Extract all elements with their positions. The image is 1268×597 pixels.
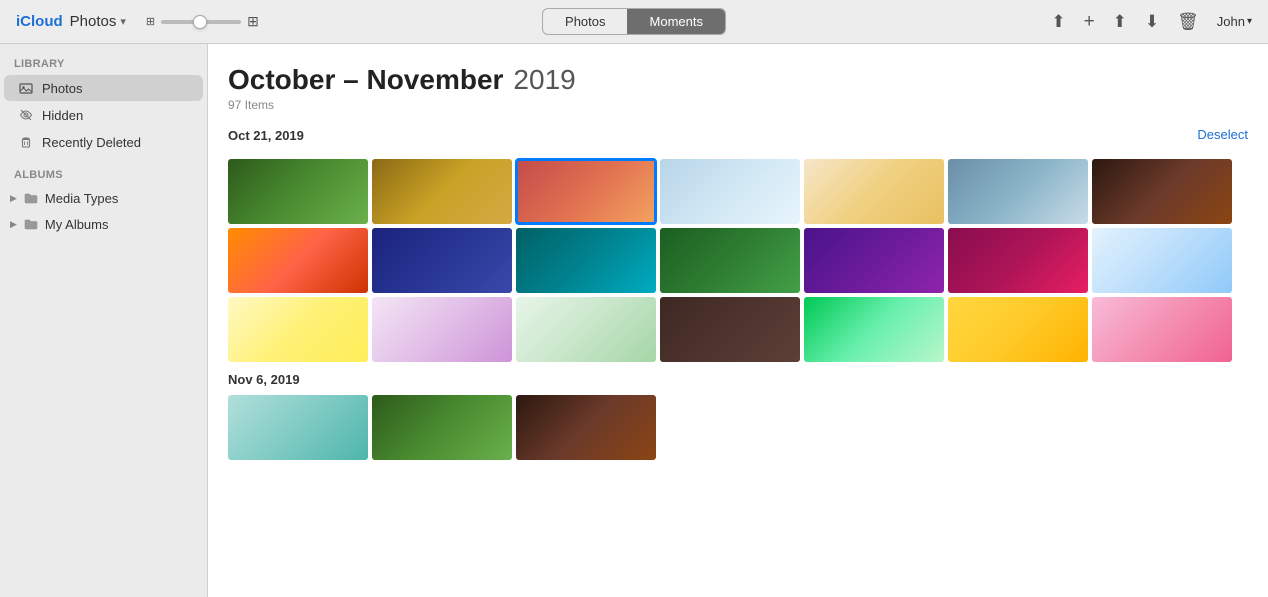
zoom-slider-container[interactable]: ⊞ ⊞ — [146, 13, 259, 30]
albums-section-label: Albums — [0, 165, 207, 185]
tab-moments[interactable]: Moments — [628, 9, 725, 34]
sidebar: Library Photos Hidden — [0, 44, 208, 597]
photo-thumb[interactable] — [372, 159, 512, 224]
user-chevron: ▾ — [1247, 16, 1252, 27]
sidebar-hidden-label: Hidden — [42, 108, 83, 123]
sidebar-item-hidden[interactable]: Hidden — [4, 102, 203, 128]
sidebar-recently-deleted-label: Recently Deleted — [42, 135, 141, 150]
my-albums-folder-icon — [23, 216, 39, 232]
app-logo[interactable]: iCloud Photos ▾ — [16, 13, 126, 30]
content-area: October – November 2019 97 Items Oct 21,… — [208, 44, 1268, 597]
sidebar-item-recently-deleted[interactable]: Recently Deleted — [4, 129, 203, 155]
tab-photos[interactable]: Photos — [543, 9, 627, 34]
photo-thumb[interactable] — [228, 159, 368, 224]
date-section-oct21: Oct 21, 2019 Deselect — [228, 118, 1248, 362]
content-header: October – November 2019 97 Items — [228, 64, 1248, 112]
deselect-button[interactable]: Deselect — [1197, 127, 1248, 142]
topbar-actions: ⬆ + ⬆ ⬇ 🗑 John ▾ — [1051, 11, 1252, 33]
topbar: iCloud Photos ▾ ⊞ ⊞ Photos Moments ⬆ + ⬆… — [0, 0, 1268, 44]
photo-thumb[interactable] — [372, 228, 512, 293]
photo-thumb[interactable] — [372, 297, 512, 362]
download-icon[interactable]: ⬇ — [1145, 12, 1159, 32]
user-menu[interactable]: John ▾ — [1217, 14, 1252, 29]
photo-grid-nov6 — [228, 395, 1248, 460]
slider-thumb[interactable] — [193, 15, 207, 29]
title-text: October – November — [228, 64, 503, 96]
photos-icon — [18, 80, 34, 96]
date-section-header-oct21: Oct 21, 2019 Deselect — [228, 118, 1248, 151]
logo-chevron: ▾ — [120, 15, 126, 28]
photo-thumb[interactable] — [228, 228, 368, 293]
user-name: John — [1217, 14, 1245, 29]
photo-thumb[interactable] — [660, 228, 800, 293]
main-layout: Library Photos Hidden — [0, 44, 1268, 597]
photo-thumb[interactable] — [660, 159, 800, 224]
library-section-label: Library — [0, 54, 207, 74]
date-section-nov6: Nov 6, 2019 — [228, 372, 1248, 460]
sidebar-group-my-albums[interactable]: ▶ My Albums — [0, 211, 207, 237]
recently-deleted-icon — [18, 134, 34, 150]
slider-track[interactable] — [161, 20, 241, 24]
hidden-icon — [18, 107, 34, 123]
media-types-folder-icon — [23, 190, 39, 206]
photo-thumb[interactable] — [1092, 159, 1232, 224]
grid-large-icon: ⊞ — [247, 13, 259, 30]
grid-small-icon: ⊞ — [146, 15, 155, 28]
photo-thumb[interactable] — [1092, 297, 1232, 362]
icloud-text: iCloud — [16, 13, 63, 30]
expand-icon-my-albums: ▶ — [10, 219, 17, 230]
photo-thumb[interactable] — [804, 228, 944, 293]
photo-thumb[interactable] — [516, 395, 656, 460]
photo-thumb[interactable] — [372, 395, 512, 460]
sidebar-item-photos[interactable]: Photos — [4, 75, 203, 101]
photo-thumb[interactable] — [516, 228, 656, 293]
content-title: October – November 2019 — [228, 64, 1248, 96]
view-tabs: Photos Moments — [542, 8, 726, 35]
photo-grid-oct21 — [228, 159, 1248, 362]
photo-thumb[interactable] — [948, 297, 1088, 362]
photo-thumb[interactable] — [804, 297, 944, 362]
title-year: 2019 — [513, 64, 575, 96]
share-icon[interactable]: ⬆ — [1113, 12, 1127, 32]
sidebar-photos-label: Photos — [42, 81, 82, 96]
add-icon[interactable]: + — [1084, 11, 1095, 33]
delete-icon[interactable]: 🗑 — [1177, 12, 1199, 32]
expand-icon-media-types: ▶ — [10, 193, 17, 204]
photo-thumb[interactable] — [804, 159, 944, 224]
photo-thumb[interactable] — [948, 228, 1088, 293]
upload-icon[interactable]: ⬆ — [1051, 12, 1065, 32]
date-label-oct21: Oct 21, 2019 — [228, 128, 304, 143]
photo-thumb[interactable] — [516, 297, 656, 362]
photo-thumb[interactable] — [660, 297, 800, 362]
photo-thumb[interactable] — [228, 297, 368, 362]
sidebar-group-media-types[interactable]: ▶ Media Types — [0, 185, 207, 211]
photo-thumb[interactable] — [228, 395, 368, 460]
photo-thumb[interactable] — [1092, 228, 1232, 293]
item-count: 97 Items — [228, 98, 1248, 112]
photos-logo-text: Photos — [70, 13, 117, 30]
photo-thumb[interactable] — [948, 159, 1088, 224]
photo-thumb[interactable] — [516, 159, 656, 224]
media-types-label: Media Types — [45, 191, 118, 206]
date-label-nov6: Nov 6, 2019 — [228, 372, 1248, 387]
my-albums-label: My Albums — [45, 217, 109, 232]
